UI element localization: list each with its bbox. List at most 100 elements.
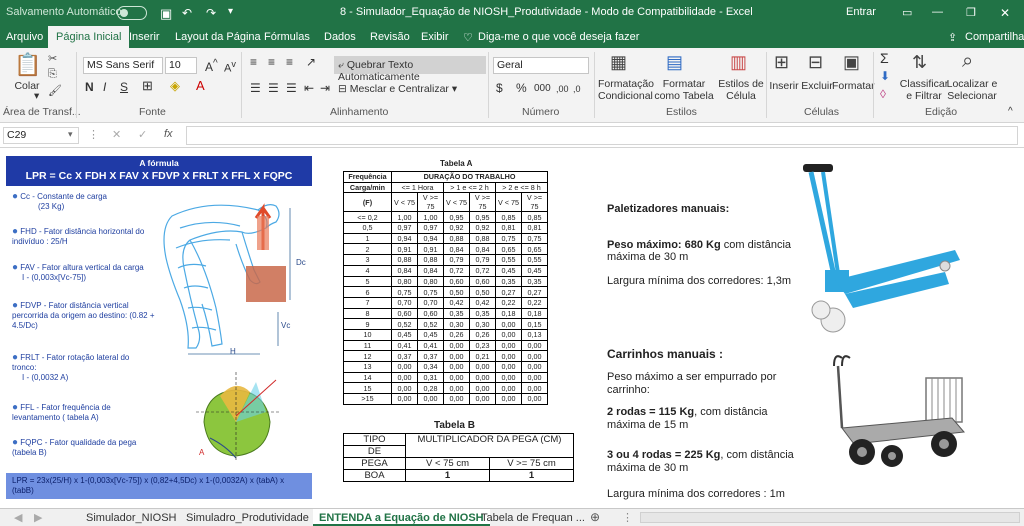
increase-indent-icon[interactable]: ⇥ <box>320 82 330 94</box>
share-icon[interactable]: ⇪ <box>948 31 957 44</box>
function-icon[interactable]: fx <box>164 128 173 140</box>
align-left-icon[interactable]: ☰ <box>250 82 261 94</box>
horizontal-scrollbar[interactable] <box>640 512 1020 523</box>
factor-cell: 0,00 <box>521 371 548 384</box>
cell-styles-button[interactable]: Estilos de Célula <box>718 78 764 102</box>
tab-revisao[interactable]: Revisão <box>370 31 410 43</box>
sheet-tab-produtividade[interactable]: Simuladro_Produtividade <box>180 509 315 526</box>
redo-icon[interactable]: ↷ <box>206 6 216 20</box>
percent-icon[interactable]: % <box>516 82 527 94</box>
format-button[interactable]: Formatar <box>832 80 875 92</box>
font-size-select[interactable]: 10 <box>165 57 197 74</box>
clear-icon[interactable]: ◊ <box>880 88 886 100</box>
sort-filter-button[interactable]: Classificar e Filtrar <box>898 78 950 102</box>
sheet-tab-simulador[interactable]: Simulador_NIOSH <box>80 509 182 526</box>
formula-input[interactable] <box>186 126 1018 145</box>
underline-icon[interactable]: S <box>120 81 128 93</box>
align-top-icon[interactable]: ≡ <box>250 56 257 68</box>
format-cells-icon[interactable]: ▣ <box>843 52 860 73</box>
sheet-tab-entenda[interactable]: ENTENDA a Equação de NIOSH <box>313 509 490 526</box>
find-select-button[interactable]: Localizar e Selecionar <box>944 78 1000 102</box>
tab-layout[interactable]: Layout da Página <box>175 31 261 43</box>
currency-icon[interactable]: $ <box>496 82 503 94</box>
table-row: 14 0,00 0,31 0,00 0,00 0,00 0,00 <box>343 371 548 384</box>
copy-icon[interactable]: ⎘ <box>48 68 57 81</box>
font-name-select[interactable]: MS Sans Serif <box>83 57 163 74</box>
tab-inserir[interactable]: Inserir <box>129 31 160 43</box>
tab-arquivo[interactable]: Arquivo <box>6 31 43 43</box>
italic-icon[interactable]: I <box>103 81 106 93</box>
autosum-icon[interactable]: Σ <box>880 51 889 65</box>
ribbon-tabs: Arquivo Página Inicial Inserir Layout da… <box>0 26 1024 48</box>
factor-cell: 0,00 <box>469 371 496 384</box>
tab-exibir[interactable]: Exibir <box>421 31 449 43</box>
wrap-text-button[interactable]: ⤶ Quebrar Texto Automaticamente <box>334 56 486 83</box>
factor-cell: 0,60 <box>391 307 418 320</box>
align-center-icon[interactable]: ☰ <box>268 82 279 94</box>
factor-cell: 0,81 <box>495 222 522 234</box>
minimize-icon[interactable]: — <box>932 6 943 18</box>
decrease-indent-icon[interactable]: ⇤ <box>304 82 314 94</box>
paste-dropdown-icon[interactable]: ▾ <box>34 90 39 102</box>
name-box-dropdown-icon[interactable]: ▾ <box>68 129 73 140</box>
fill-icon[interactable]: ⬇ <box>880 70 890 82</box>
tab-pagina-inicial[interactable]: Página Inicial <box>48 26 130 48</box>
insert-button[interactable]: Inserir <box>768 80 800 92</box>
align-bottom-icon[interactable]: ≡ <box>286 56 293 68</box>
title-bar: Salvamento Automático ▣ ↶ ↷ ▾ 8 - Simula… <box>0 0 1024 26</box>
cell-styles-icon[interactable]: ▥ <box>730 52 747 73</box>
add-sheet-icon[interactable]: ⊕ <box>590 510 600 524</box>
quick-access-dropdown-icon[interactable]: ▾ <box>228 6 233 17</box>
window-title: 8 - Simulador_Equação de NIOSH_Produtivi… <box>340 6 753 18</box>
tab-formulas[interactable]: Fórmulas <box>264 31 310 43</box>
tab-dados[interactable]: Dados <box>324 31 356 43</box>
fill-color-icon[interactable]: ◈ <box>170 79 180 92</box>
delete-cells-icon[interactable]: ⊟ <box>808 52 823 73</box>
factor-cell: 0,35 <box>469 307 496 320</box>
decrease-decimal-icon[interactable]: ,0 <box>573 83 581 95</box>
tell-me-box[interactable]: Diga-me o que você deseja fazer <box>478 31 639 43</box>
conditional-format-button[interactable]: Formatação Condicional <box>598 78 654 102</box>
undo-icon[interactable]: ↶ <box>182 6 192 20</box>
cut-icon[interactable]: ✂ <box>48 52 57 65</box>
find-select-icon[interactable]: ⌕ <box>962 50 973 73</box>
shrink-font-icon[interactable]: Av <box>224 58 236 75</box>
factor-cell: 0,75 <box>495 232 522 245</box>
grow-font-icon[interactable]: A^ <box>205 58 218 73</box>
next-sheet-icon[interactable]: ▶ <box>34 511 42 524</box>
cancel-icon[interactable]: ✕ <box>112 128 121 141</box>
restore-icon[interactable]: ❐ <box>966 6 976 19</box>
bold-icon[interactable]: N <box>85 81 94 93</box>
align-right-icon[interactable]: ☰ <box>286 82 297 94</box>
collapse-ribbon-icon[interactable]: ^ <box>1008 106 1013 118</box>
table-b: TIPO MULTIPLICADOR DA PEGA (CM) DE PEGA … <box>343 433 574 482</box>
number-format-select[interactable]: Geral <box>493 57 589 74</box>
font-color-icon[interactable]: A <box>196 79 205 92</box>
align-middle-icon[interactable]: ≡ <box>268 56 275 68</box>
thousands-icon[interactable]: 000 <box>534 83 551 95</box>
conditional-format-icon[interactable]: ▦ <box>610 52 627 73</box>
sign-in-link[interactable]: Entrar <box>846 6 876 18</box>
autosave-toggle[interactable] <box>117 6 147 20</box>
format-table-icon[interactable]: ▤ <box>666 52 683 73</box>
close-icon[interactable]: ✕ <box>1000 6 1010 20</box>
format-painter-icon[interactable]: 🖌 <box>48 84 62 97</box>
orientation-icon[interactable]: ↗ <box>306 56 316 68</box>
enter-icon[interactable]: ✓ <box>138 128 147 141</box>
merge-dropdown-icon[interactable]: ▾ <box>449 83 457 95</box>
factor-cell: 0,50 <box>469 286 496 298</box>
prev-sheet-icon[interactable]: ◀ <box>14 511 22 524</box>
sheet-tab-frequencia[interactable]: Tabela de Frequan ... <box>475 509 591 526</box>
save-icon[interactable]: ▣ <box>160 6 172 22</box>
sort-filter-icon[interactable]: ⇅ <box>912 52 927 73</box>
ribbon-display-icon[interactable]: ▭ <box>902 6 912 19</box>
paste-icon[interactable]: 📋 <box>14 52 41 78</box>
merge-center-button[interactable]: ⊟ Mesclar e Centralizar ▾ <box>338 83 457 95</box>
increase-decimal-icon[interactable]: ,00 <box>556 83 569 95</box>
sheet-area[interactable]: A fórmula LPR = Cc X FDH X FAV X FDVP X … <box>0 150 1024 508</box>
format-table-button[interactable]: Formatar como Tabela <box>652 78 716 102</box>
borders-icon[interactable]: ⊞ <box>142 79 153 92</box>
share-button[interactable]: Compartilhar <box>965 31 1024 43</box>
delete-button[interactable]: Excluir <box>800 80 834 92</box>
insert-cells-icon[interactable]: ⊞ <box>774 52 789 73</box>
